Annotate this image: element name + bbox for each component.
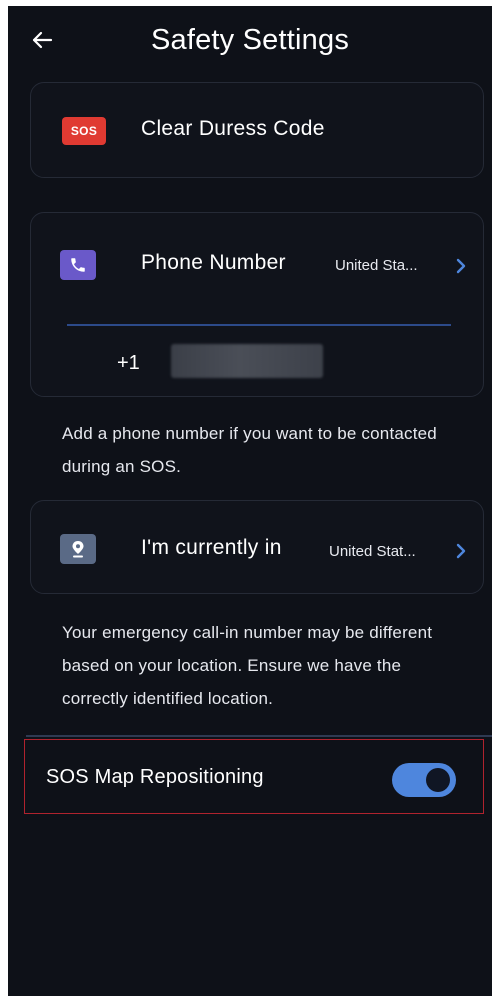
sos-map-repositioning-label: SOS Map Repositioning: [46, 766, 264, 788]
chevron-right-icon[interactable]: [454, 257, 468, 275]
page-title: Safety Settings: [150, 24, 350, 56]
chevron-right-icon[interactable]: [454, 542, 468, 560]
toggle-knob: [426, 768, 450, 792]
location-pin-icon: [60, 534, 96, 564]
clear-duress-code-item[interactable]: SOS Clear Duress Code: [30, 82, 484, 178]
phone-icon: [60, 250, 96, 280]
safety-settings-screen: Safety Settings SOS Clear Duress Code Ph…: [8, 6, 492, 996]
phone-number-card: Phone Number United Sta... +1: [30, 212, 484, 397]
dial-code: +1: [117, 352, 140, 374]
sos-map-repositioning-toggle[interactable]: [392, 763, 456, 797]
phone-number-label: Phone Number: [141, 251, 286, 274]
sos-icon: SOS: [62, 117, 106, 145]
section-divider: [26, 735, 492, 737]
phone-country-selector[interactable]: United Sta...: [335, 257, 418, 274]
phone-number-input[interactable]: [171, 344, 323, 378]
clear-duress-code-label: Clear Duress Code: [141, 117, 325, 140]
location-helper-text: Your emergency call-in number may be dif…: [62, 623, 433, 708]
phone-helper-text: Add a phone number if you want to be con…: [62, 424, 437, 476]
location-country-selector[interactable]: United Stat...: [329, 543, 416, 560]
phone-divider: [67, 324, 451, 326]
current-location-label: I'm currently in: [141, 536, 282, 559]
header: Safety Settings: [8, 6, 492, 80]
current-location-card[interactable]: I'm currently in United Stat...: [30, 500, 484, 594]
